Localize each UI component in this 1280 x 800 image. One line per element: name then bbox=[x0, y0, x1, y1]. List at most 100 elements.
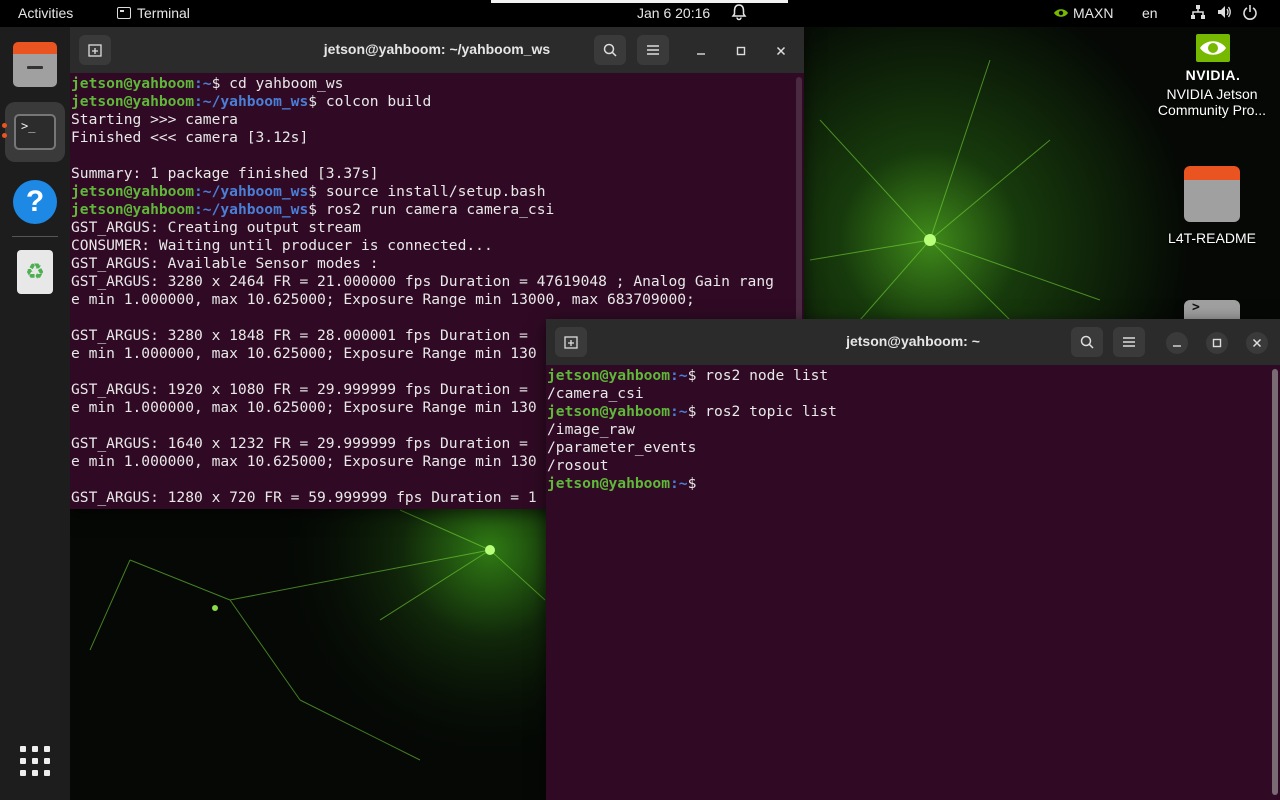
output-text: GST_ARGUS: Creating output stream bbox=[71, 219, 361, 236]
prompt-path: :~/yahboom_ws bbox=[194, 183, 309, 200]
nvidia-logo-icon[interactable]: NVIDIA. bbox=[1178, 34, 1248, 83]
terminal-line: /camera_csi bbox=[547, 385, 1280, 403]
menu-button[interactable] bbox=[1113, 327, 1145, 357]
activities-button[interactable]: Activities bbox=[18, 5, 73, 21]
dock-files[interactable] bbox=[5, 37, 65, 97]
terminal-line: GST_ARGUS: 3280 x 2464 FR = 21.000000 fp… bbox=[71, 273, 804, 291]
dock: >_ ? ♻ bbox=[0, 27, 70, 800]
output-text: GST_ARGUS: Available Sensor modes : bbox=[71, 255, 379, 272]
minimize-button[interactable] bbox=[690, 40, 712, 62]
prompt-user: jetson@yahboom bbox=[547, 367, 671, 384]
search-button[interactable] bbox=[594, 35, 626, 65]
terminal-line: Finished <<< camera [3.12s] bbox=[71, 129, 804, 147]
window-titlebar[interactable]: jetson@yahboom: ~/yahboom_ws bbox=[70, 27, 804, 73]
clock[interactable]: Jan 6 20:16 bbox=[637, 5, 710, 21]
prompt-path: :~ bbox=[670, 403, 688, 420]
power-icon bbox=[1242, 4, 1258, 20]
power-mode-label: MAXN bbox=[1073, 5, 1114, 21]
menu-button[interactable] bbox=[637, 35, 669, 65]
output-text: e min 1.000000, max 10.625000; Exposure … bbox=[71, 453, 537, 470]
prompt-user: jetson@yahboom bbox=[547, 475, 671, 492]
prompt-user: jetson@yahboom bbox=[71, 201, 195, 218]
output-text: CONSUMER: Waiting until producer is conn… bbox=[71, 237, 493, 254]
close-button[interactable] bbox=[770, 40, 792, 62]
terminal-line: Starting >>> camera bbox=[71, 111, 804, 129]
running-indicator bbox=[2, 133, 7, 138]
command-text: $ colcon build bbox=[308, 93, 432, 110]
search-icon bbox=[1080, 335, 1094, 349]
output-text: /rosout bbox=[547, 457, 609, 474]
command-text: $ ros2 node list bbox=[687, 367, 829, 384]
system-tray[interactable] bbox=[1190, 4, 1258, 20]
terminal-window-home[interactable]: jetson@yahboom: ~ jetson@yahboom:~$ ros2… bbox=[546, 319, 1280, 800]
dock-trash[interactable]: ♻ bbox=[5, 242, 65, 302]
power-mode-indicator[interactable]: MAXN bbox=[1053, 5, 1113, 21]
output-text: /parameter_events bbox=[547, 439, 697, 456]
prompt-user: jetson@yahboom bbox=[71, 183, 195, 200]
app-menu[interactable]: Terminal bbox=[117, 5, 190, 21]
maximize-button[interactable] bbox=[730, 40, 752, 62]
maximize-icon bbox=[1212, 338, 1222, 348]
show-apps-button[interactable] bbox=[5, 731, 65, 791]
desktop-icon-terminal-file[interactable]: > bbox=[1184, 300, 1240, 320]
output-text: /image_raw bbox=[547, 421, 635, 438]
command-text: $ ros2 run camera camera_csi bbox=[308, 201, 555, 218]
desktop-icon-l4t-readme[interactable]: L4T-README bbox=[1160, 166, 1264, 246]
window-titlebar[interactable]: jetson@yahboom: ~ bbox=[546, 319, 1280, 365]
command-text: $ cd yahboom_ws bbox=[211, 75, 344, 92]
output-text: Finished <<< camera [3.12s] bbox=[71, 129, 309, 146]
nvidia-eye-icon bbox=[1054, 9, 1068, 17]
grid-icon bbox=[20, 746, 50, 776]
terminal-line: jetson@yahboom:~$ ros2 node list bbox=[547, 367, 1280, 385]
close-icon bbox=[1252, 338, 1262, 348]
desktop-icon-label: L4T-README bbox=[1168, 230, 1256, 246]
app-menu-label: Terminal bbox=[137, 5, 190, 21]
command-text: $ ros2 topic list bbox=[687, 403, 837, 420]
help-icon: ? bbox=[13, 180, 57, 224]
terminal-line: CONSUMER: Waiting until producer is conn… bbox=[71, 237, 804, 255]
maximize-button[interactable] bbox=[1206, 332, 1228, 354]
volume-icon bbox=[1216, 4, 1232, 20]
dock-terminal[interactable]: >_ bbox=[5, 102, 65, 162]
desktop-icon-label: NVIDIA Jetson Community Pro... bbox=[1157, 86, 1267, 118]
files-icon bbox=[13, 42, 57, 87]
scrollbar[interactable] bbox=[1272, 369, 1278, 795]
output-text: e min 1.000000, max 10.625000; Exposure … bbox=[71, 345, 537, 362]
prompt-user: jetson@yahboom bbox=[547, 403, 671, 420]
output-text: GST_ARGUS: 1640 x 1232 FR = 29.999999 fp… bbox=[71, 435, 537, 452]
bell-icon[interactable] bbox=[731, 3, 747, 24]
command-text: $ source install/setup.bash bbox=[308, 183, 546, 200]
terminal-icon bbox=[117, 7, 131, 19]
language-indicator[interactable]: en bbox=[1142, 5, 1158, 21]
nvidia-eye-icon bbox=[1196, 34, 1230, 62]
dock-separator bbox=[12, 236, 58, 237]
output-text: GST_ARGUS: 3280 x 1848 FR = 28.000001 fp… bbox=[71, 327, 537, 344]
folder-icon bbox=[1184, 166, 1240, 222]
hamburger-icon bbox=[1123, 337, 1135, 347]
search-icon bbox=[603, 43, 617, 57]
terminal-line: jetson@yahboom:~/yahboom_ws$ ros2 run ca… bbox=[71, 201, 804, 219]
output-text: e min 1.000000, max 10.625000; Exposure … bbox=[71, 291, 695, 308]
output-text: e min 1.000000, max 10.625000; Exposure … bbox=[71, 399, 537, 416]
output-text: Starting >>> camera bbox=[71, 111, 238, 128]
terminal-output[interactable]: jetson@yahboom:~$ ros2 node list/camera_… bbox=[546, 365, 1280, 800]
top-bar: Activities Terminal Jan 6 20:16 MAXN en bbox=[0, 0, 1280, 27]
terminal-line: /rosout bbox=[547, 457, 1280, 475]
minimize-button[interactable] bbox=[1166, 332, 1188, 354]
running-indicator bbox=[2, 123, 7, 128]
minimize-icon bbox=[1173, 345, 1181, 347]
network-icon bbox=[1190, 4, 1206, 20]
terminal-line: jetson@yahboom:~$ bbox=[547, 475, 1280, 493]
output-text: /camera_csi bbox=[547, 385, 644, 402]
output-text: GST_ARGUS: 1280 x 720 FR = 59.999999 fps… bbox=[71, 489, 537, 506]
close-button[interactable] bbox=[1246, 332, 1268, 354]
search-button[interactable] bbox=[1071, 327, 1103, 357]
dock-help[interactable]: ? bbox=[5, 172, 65, 232]
terminal-line: jetson@yahboom:~$ ros2 topic list bbox=[547, 403, 1280, 421]
terminal-line: Summary: 1 package finished [3.37s] bbox=[71, 165, 804, 183]
terminal-line: /parameter_events bbox=[547, 439, 1280, 457]
output-text: GST_ARGUS: 3280 x 2464 FR = 21.000000 fp… bbox=[71, 273, 774, 290]
terminal-line: GST_ARGUS: Available Sensor modes : bbox=[71, 255, 804, 273]
desktop-icon-nvidia-jetson[interactable]: NVIDIA Jetson Community Pro... bbox=[1146, 86, 1278, 118]
